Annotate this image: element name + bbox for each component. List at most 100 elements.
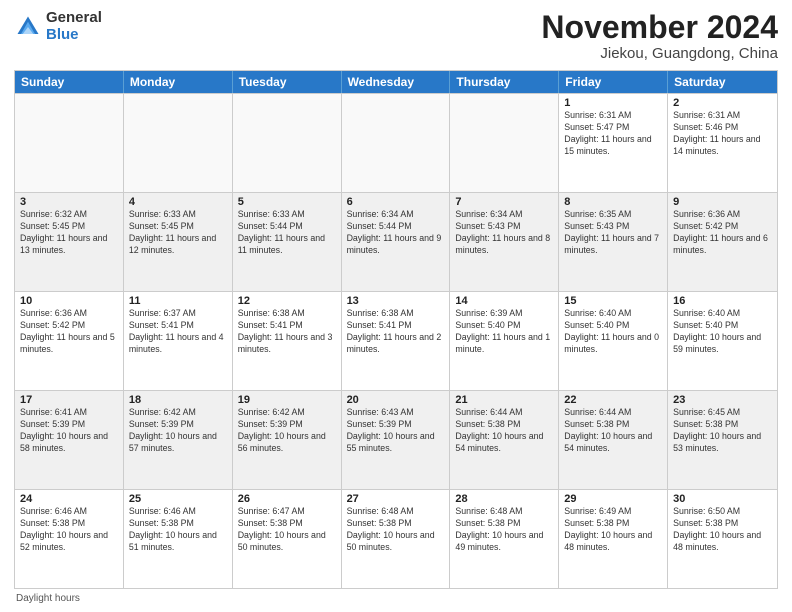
calendar: SundayMondayTuesdayWednesdayThursdayFrid… (14, 70, 778, 589)
day-info: Sunrise: 6:46 AMSunset: 5:38 PMDaylight:… (129, 506, 227, 554)
day-info: Sunrise: 6:33 AMSunset: 5:44 PMDaylight:… (238, 209, 336, 257)
day-info: Sunrise: 6:31 AMSunset: 5:47 PMDaylight:… (564, 110, 662, 158)
cal-week-2: 3Sunrise: 6:32 AMSunset: 5:45 PMDaylight… (15, 192, 777, 291)
day-info: Sunrise: 6:47 AMSunset: 5:38 PMDaylight:… (238, 506, 336, 554)
day-info: Sunrise: 6:42 AMSunset: 5:39 PMDaylight:… (129, 407, 227, 455)
calendar-body: 1Sunrise: 6:31 AMSunset: 5:47 PMDaylight… (15, 93, 777, 588)
cal-week-3: 10Sunrise: 6:36 AMSunset: 5:42 PMDayligh… (15, 291, 777, 390)
day-number: 1 (564, 97, 662, 109)
day-info: Sunrise: 6:36 AMSunset: 5:42 PMDaylight:… (673, 209, 772, 257)
day-info: Sunrise: 6:35 AMSunset: 5:43 PMDaylight:… (564, 209, 662, 257)
cal-cell: 21Sunrise: 6:44 AMSunset: 5:38 PMDayligh… (450, 391, 559, 489)
cal-cell: 29Sunrise: 6:49 AMSunset: 5:38 PMDayligh… (559, 490, 668, 588)
day-info: Sunrise: 6:34 AMSunset: 5:43 PMDaylight:… (455, 209, 553, 257)
calendar-title: November 2024 (541, 10, 778, 45)
day-info: Sunrise: 6:38 AMSunset: 5:41 PMDaylight:… (347, 308, 445, 356)
day-info: Sunrise: 6:43 AMSunset: 5:39 PMDaylight:… (347, 407, 445, 455)
page: General Blue November 2024 Jiekou, Guang… (0, 0, 792, 612)
cal-cell: 7Sunrise: 6:34 AMSunset: 5:43 PMDaylight… (450, 193, 559, 291)
cal-header-sunday: Sunday (15, 71, 124, 93)
day-info: Sunrise: 6:40 AMSunset: 5:40 PMDaylight:… (564, 308, 662, 356)
day-number: 28 (455, 493, 553, 505)
cal-cell: 15Sunrise: 6:40 AMSunset: 5:40 PMDayligh… (559, 292, 668, 390)
day-info: Sunrise: 6:49 AMSunset: 5:38 PMDaylight:… (564, 506, 662, 554)
day-number: 16 (673, 295, 772, 307)
day-info: Sunrise: 6:34 AMSunset: 5:44 PMDaylight:… (347, 209, 445, 257)
day-number: 18 (129, 394, 227, 406)
day-number: 2 (673, 97, 772, 109)
day-number: 6 (347, 196, 445, 208)
day-info: Sunrise: 6:39 AMSunset: 5:40 PMDaylight:… (455, 308, 553, 356)
day-info: Sunrise: 6:46 AMSunset: 5:38 PMDaylight:… (20, 506, 118, 554)
cal-cell (450, 94, 559, 192)
day-info: Sunrise: 6:44 AMSunset: 5:38 PMDaylight:… (564, 407, 662, 455)
day-info: Sunrise: 6:38 AMSunset: 5:41 PMDaylight:… (238, 308, 336, 356)
cal-cell: 12Sunrise: 6:38 AMSunset: 5:41 PMDayligh… (233, 292, 342, 390)
logo-icon (14, 13, 42, 41)
logo-blue-text: Blue (46, 27, 102, 44)
day-number: 20 (347, 394, 445, 406)
cal-cell: 25Sunrise: 6:46 AMSunset: 5:38 PMDayligh… (124, 490, 233, 588)
logo: General Blue (14, 10, 102, 43)
daylight-label: Daylight hours (16, 593, 80, 604)
cal-cell: 20Sunrise: 6:43 AMSunset: 5:39 PMDayligh… (342, 391, 451, 489)
cal-cell: 3Sunrise: 6:32 AMSunset: 5:45 PMDaylight… (15, 193, 124, 291)
day-info: Sunrise: 6:45 AMSunset: 5:38 PMDaylight:… (673, 407, 772, 455)
cal-cell: 2Sunrise: 6:31 AMSunset: 5:46 PMDaylight… (668, 94, 777, 192)
cal-header-thursday: Thursday (450, 71, 559, 93)
day-info: Sunrise: 6:33 AMSunset: 5:45 PMDaylight:… (129, 209, 227, 257)
day-info: Sunrise: 6:31 AMSunset: 5:46 PMDaylight:… (673, 110, 772, 158)
cal-week-5: 24Sunrise: 6:46 AMSunset: 5:38 PMDayligh… (15, 489, 777, 588)
day-number: 5 (238, 196, 336, 208)
logo-general-text: General (46, 10, 102, 27)
cal-cell: 28Sunrise: 6:48 AMSunset: 5:38 PMDayligh… (450, 490, 559, 588)
cal-header-saturday: Saturday (668, 71, 777, 93)
day-info: Sunrise: 6:36 AMSunset: 5:42 PMDaylight:… (20, 308, 118, 356)
day-number: 3 (20, 196, 118, 208)
cal-header-friday: Friday (559, 71, 668, 93)
day-number: 11 (129, 295, 227, 307)
cal-cell: 18Sunrise: 6:42 AMSunset: 5:39 PMDayligh… (124, 391, 233, 489)
cal-cell: 5Sunrise: 6:33 AMSunset: 5:44 PMDaylight… (233, 193, 342, 291)
cal-cell: 17Sunrise: 6:41 AMSunset: 5:39 PMDayligh… (15, 391, 124, 489)
day-number: 26 (238, 493, 336, 505)
cal-week-4: 17Sunrise: 6:41 AMSunset: 5:39 PMDayligh… (15, 390, 777, 489)
cal-cell: 26Sunrise: 6:47 AMSunset: 5:38 PMDayligh… (233, 490, 342, 588)
day-number: 21 (455, 394, 553, 406)
cal-cell (124, 94, 233, 192)
day-info: Sunrise: 6:41 AMSunset: 5:39 PMDaylight:… (20, 407, 118, 455)
cal-cell: 30Sunrise: 6:50 AMSunset: 5:38 PMDayligh… (668, 490, 777, 588)
day-info: Sunrise: 6:48 AMSunset: 5:38 PMDaylight:… (347, 506, 445, 554)
day-number: 14 (455, 295, 553, 307)
cal-cell: 19Sunrise: 6:42 AMSunset: 5:39 PMDayligh… (233, 391, 342, 489)
day-info: Sunrise: 6:37 AMSunset: 5:41 PMDaylight:… (129, 308, 227, 356)
cal-cell: 14Sunrise: 6:39 AMSunset: 5:40 PMDayligh… (450, 292, 559, 390)
cal-cell (233, 94, 342, 192)
day-number: 9 (673, 196, 772, 208)
day-number: 27 (347, 493, 445, 505)
day-number: 8 (564, 196, 662, 208)
day-info: Sunrise: 6:48 AMSunset: 5:38 PMDaylight:… (455, 506, 553, 554)
cal-cell: 10Sunrise: 6:36 AMSunset: 5:42 PMDayligh… (15, 292, 124, 390)
cal-cell: 11Sunrise: 6:37 AMSunset: 5:41 PMDayligh… (124, 292, 233, 390)
day-info: Sunrise: 6:50 AMSunset: 5:38 PMDaylight:… (673, 506, 772, 554)
calendar-header: SundayMondayTuesdayWednesdayThursdayFrid… (15, 71, 777, 93)
cal-header-monday: Monday (124, 71, 233, 93)
cal-cell: 13Sunrise: 6:38 AMSunset: 5:41 PMDayligh… (342, 292, 451, 390)
header: General Blue November 2024 Jiekou, Guang… (14, 10, 778, 62)
day-number: 17 (20, 394, 118, 406)
cal-week-1: 1Sunrise: 6:31 AMSunset: 5:47 PMDaylight… (15, 93, 777, 192)
day-info: Sunrise: 6:40 AMSunset: 5:40 PMDaylight:… (673, 308, 772, 356)
cal-cell: 16Sunrise: 6:40 AMSunset: 5:40 PMDayligh… (668, 292, 777, 390)
cal-cell: 9Sunrise: 6:36 AMSunset: 5:42 PMDaylight… (668, 193, 777, 291)
cal-cell: 6Sunrise: 6:34 AMSunset: 5:44 PMDaylight… (342, 193, 451, 291)
cal-cell: 8Sunrise: 6:35 AMSunset: 5:43 PMDaylight… (559, 193, 668, 291)
day-number: 4 (129, 196, 227, 208)
day-number: 25 (129, 493, 227, 505)
cal-cell (15, 94, 124, 192)
footer-note: Daylight hours (14, 593, 778, 604)
cal-cell: 4Sunrise: 6:33 AMSunset: 5:45 PMDaylight… (124, 193, 233, 291)
day-number: 10 (20, 295, 118, 307)
day-number: 23 (673, 394, 772, 406)
title-block: November 2024 Jiekou, Guangdong, China (541, 10, 778, 62)
